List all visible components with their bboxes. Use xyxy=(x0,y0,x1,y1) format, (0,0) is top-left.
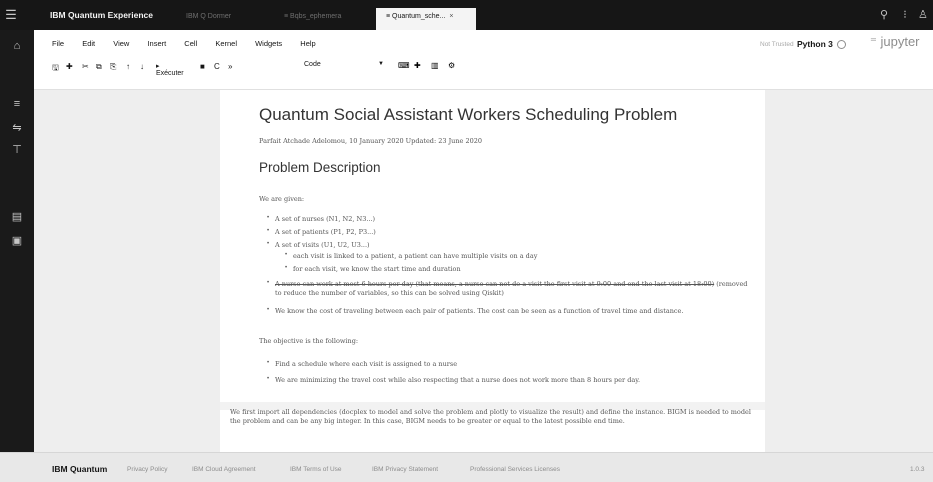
struck-text: A nurse can work at most 6 hours per day… xyxy=(275,280,715,288)
add-cell-icon[interactable]: ✚ xyxy=(66,62,73,71)
trusted-indicator[interactable]: Not Trusted xyxy=(760,41,794,48)
menu-icon[interactable]: ≡ xyxy=(0,98,34,110)
run-button[interactable]: ▸ Exécuter xyxy=(156,62,184,77)
tab-quantum-scheduling[interactable]: ≡ Quantum_sche... × xyxy=(376,8,476,30)
move-down-icon[interactable]: ↓ xyxy=(140,62,144,71)
tab-label: Bqbs_ephemera xyxy=(290,13,342,20)
bullet: • xyxy=(267,241,270,247)
keyboard-icon[interactable]: ⌨ xyxy=(398,61,410,70)
user-icon[interactable]: ♙ xyxy=(918,0,933,30)
list-item: We are minimizing the travel cost while … xyxy=(275,376,641,384)
kernel-status-icon xyxy=(837,40,846,49)
jupyter-logo-text: jupyter xyxy=(880,34,920,49)
stop-icon[interactable]: ■ xyxy=(200,62,205,71)
chart-icon[interactable]: ▥ xyxy=(431,61,439,70)
docs-icon[interactable]: ▣ xyxy=(0,234,34,247)
home-icon[interactable]: ⌂ xyxy=(0,40,34,52)
notebook-title: Quantum Social Assistant Workers Schedul… xyxy=(259,105,678,124)
search-icon[interactable]: ⚲ xyxy=(874,0,894,30)
restart-icon[interactable]: C xyxy=(214,62,220,71)
notebook-icon[interactable]: ⊤ xyxy=(0,143,34,156)
footer-link-licenses[interactable]: Professional Services Licenses xyxy=(470,466,560,473)
footer-link-privacy-statement[interactable]: IBM Privacy Statement xyxy=(372,466,438,473)
chevron-down-icon: ▼ xyxy=(378,61,384,67)
app-brand[interactable]: IBM Quantum Experience xyxy=(50,0,153,30)
notebook-menu-bar: File Edit View Insert Cell Kernel Widget… xyxy=(52,39,332,48)
notebook-page: Quantum Social Assistant Workers Schedul… xyxy=(220,90,765,452)
cell-type-select[interactable]: Code ▼ xyxy=(304,61,384,73)
list-item: We know the cost of traveling between ea… xyxy=(275,307,684,315)
tab-label: Quantum_sche... xyxy=(392,13,446,20)
sub-list-item: for each visit, we know the start time a… xyxy=(293,265,461,273)
menu-help[interactable]: Help xyxy=(300,39,315,48)
footer-link-privacy[interactable]: Privacy Policy xyxy=(127,466,167,473)
footer-link-terms[interactable]: IBM Terms of Use xyxy=(290,466,342,473)
jupyter-header: File Edit View Insert Cell Kernel Widget… xyxy=(34,30,933,90)
tab-label: IBM Q Dormer xyxy=(186,13,232,20)
list-item: A set of visits (U1, U2, U3...) xyxy=(275,241,370,249)
markdown-cell[interactable]: We first import all dependencies (docple… xyxy=(230,408,755,426)
sub-list-item: each visit is linked to a patient, a pat… xyxy=(293,252,538,260)
kernel-name[interactable]: Python 3 xyxy=(797,39,833,49)
section-heading: Problem Description xyxy=(259,160,381,175)
footer-brand: IBM Quantum xyxy=(52,464,108,474)
notebook-area: Quantum Social Assistant Workers Schedul… xyxy=(34,90,933,452)
tab-dormer[interactable]: IBM Q Dormer xyxy=(176,8,268,30)
copy-icon[interactable]: ⧉ xyxy=(96,62,102,72)
menu-widgets[interactable]: Widgets xyxy=(255,39,282,48)
help-icon[interactable]: ⁝ xyxy=(898,0,912,30)
left-navigation: ⌂ ≡ ⇋ ⊤ ▤ ▣ xyxy=(0,30,34,452)
paste-icon[interactable]: ⎘ xyxy=(110,62,116,72)
list-item: A set of patients (P1, P2, P3...) xyxy=(275,228,376,236)
results-icon[interactable]: ▤ xyxy=(0,210,34,223)
bullet: • xyxy=(285,252,288,258)
objective-label: The objective is the following: xyxy=(259,337,359,345)
settings-icon[interactable]: ⚙ xyxy=(448,61,455,70)
menu-kernel[interactable]: Kernel xyxy=(215,39,237,48)
tab-ephemera[interactable]: ≡ Bqbs_ephemera xyxy=(274,8,374,30)
circuit-icon[interactable]: ⇋ xyxy=(0,121,34,134)
bullet: • xyxy=(267,228,270,234)
menu-insert[interactable]: Insert xyxy=(147,39,166,48)
author-line: Parfait Atchade Adelomou, 10 January 202… xyxy=(259,137,482,145)
footer: IBM Quantum Privacy Policy IBM Cloud Agr… xyxy=(0,452,933,482)
hamburger-menu-icon[interactable]: ☰ xyxy=(0,0,22,30)
footer-link-cloud-agreement[interactable]: IBM Cloud Agreement xyxy=(192,466,256,473)
menu-view[interactable]: View xyxy=(113,39,129,48)
close-tab-icon[interactable]: × xyxy=(449,13,453,20)
cell-type-value: Code xyxy=(304,61,321,68)
list-item: A set of nurses (N1, N2, N3...) xyxy=(275,215,376,223)
plus-icon[interactable]: ✚ xyxy=(414,61,421,70)
bullet: • xyxy=(267,376,270,382)
menu-cell[interactable]: Cell xyxy=(184,39,197,48)
list-item: Find a schedule where each visit is assi… xyxy=(275,360,458,368)
jupyter-logo: ⁼ jupyter xyxy=(870,34,920,49)
cut-icon[interactable]: ✂ xyxy=(82,62,89,71)
given-label: We are given: xyxy=(259,195,305,203)
move-up-icon[interactable]: ↑ xyxy=(126,62,130,71)
top-bar: ☰ IBM Quantum Experience IBM Q Dormer ≡ … xyxy=(0,0,933,30)
fast-forward-icon[interactable]: » xyxy=(228,62,232,71)
bullet: • xyxy=(285,265,288,271)
list-item-struck: A nurse can work at most 6 hours per day… xyxy=(275,280,755,298)
version-label: 1.0.3 xyxy=(910,466,925,473)
menu-edit[interactable]: Edit xyxy=(82,39,95,48)
bullet: • xyxy=(267,280,270,286)
bullet: • xyxy=(267,215,270,221)
menu-file[interactable]: File xyxy=(52,39,64,48)
bullet: • xyxy=(267,307,270,313)
bullet: • xyxy=(267,360,270,366)
save-icon[interactable]: 🖫 xyxy=(52,62,59,76)
